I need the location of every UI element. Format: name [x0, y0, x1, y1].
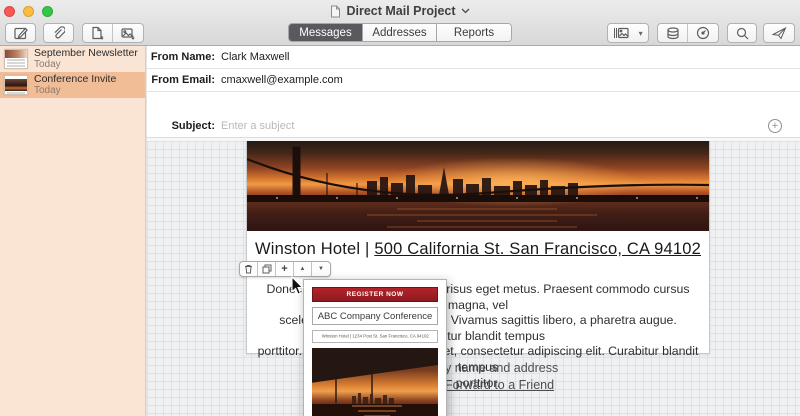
data-test-group: [657, 23, 719, 43]
message-header-form: From Name: From Email:: [147, 46, 800, 115]
address-link[interactable]: 500 California St. San Francisco, CA 941…: [374, 240, 701, 258]
compose-button[interactable]: [5, 23, 36, 43]
send-button[interactable]: [763, 23, 795, 43]
message-item-september-newsletter[interactable]: September Newsletter Today: [0, 46, 145, 72]
from-name-field[interactable]: [221, 51, 800, 63]
from-name-row: From Name:: [147, 46, 800, 69]
insert-image-icon: [121, 27, 135, 40]
insert-group: [82, 23, 144, 43]
hero-image[interactable]: [247, 141, 709, 231]
tab-reports[interactable]: Reports: [437, 24, 511, 41]
search-icon: [736, 27, 748, 39]
send-icon: [771, 26, 786, 39]
address-box: Winston Hotel | 1234 Post St. San Franci…: [312, 330, 438, 343]
from-email-row: From Email:: [147, 69, 800, 92]
arrow-down-icon: ▼: [318, 266, 324, 272]
message-list-sidebar: September Newsletter Today Conference In…: [0, 46, 146, 416]
email-design-canvas[interactable]: Winston Hotel | 500 California St. San F…: [147, 141, 800, 416]
insert-file-button[interactable]: [83, 24, 114, 42]
from-email-field[interactable]: [221, 74, 800, 86]
document-icon: [331, 5, 341, 17]
block-edit-toolbar: + ▲ ▼: [239, 261, 331, 277]
chevron-down-icon: [461, 8, 469, 14]
add-header-field-icon[interactable]: +: [768, 119, 782, 133]
compose-icon: [13, 27, 28, 40]
headline-text: Winston Hotel |: [254, 240, 375, 258]
message-item-conference-invite[interactable]: Conference Invite Today: [0, 72, 145, 98]
address-text: Winston Hotel | 1234 Post St. San Franci…: [321, 334, 429, 339]
arrow-up-icon: ▲: [299, 266, 306, 272]
template-preview-card[interactable]: REGISTER NOW ABC Company Conference Wins…: [303, 279, 447, 416]
insert-image-button[interactable]: [113, 24, 143, 42]
window-title: Direct Mail Project: [346, 4, 456, 18]
card-bridge-illustration: [312, 348, 438, 416]
duplicate-icon: [262, 264, 271, 274]
window-chrome: Direct Mail Project Messages Addresses R…: [0, 0, 800, 46]
insert-file-icon: [92, 26, 104, 40]
forward-link[interactable]: Forward to a Friend: [445, 378, 554, 392]
subject-row: Subject: +: [147, 115, 800, 138]
register-now-button: REGISTER NOW: [312, 287, 438, 302]
window-title-area[interactable]: Direct Mail Project: [0, 0, 800, 22]
message-date: Today: [34, 85, 61, 96]
message-thumbnail: [4, 49, 28, 69]
chevron-down-icon: ▾: [638, 28, 643, 38]
trash-icon: [245, 265, 252, 274]
from-name-label: From Name:: [150, 51, 215, 63]
tab-addresses[interactable]: Addresses: [363, 24, 437, 41]
message-title: September Newsletter: [34, 47, 138, 59]
from-email-label: From Email:: [151, 74, 215, 86]
database-icon: [666, 26, 679, 39]
delete-block-button[interactable]: [240, 262, 258, 276]
conference-title-box: ABC Company Conference: [312, 307, 438, 325]
preview-layout-icon: [608, 24, 633, 42]
app-window: Direct Mail Project Messages Addresses R…: [0, 0, 800, 416]
paperclip-icon: [54, 26, 65, 39]
titlebar[interactable]: Direct Mail Project: [0, 0, 800, 22]
search-button[interactable]: [727, 23, 757, 43]
preview-layout-button[interactable]: ▾: [607, 23, 649, 43]
email-headline[interactable]: Winston Hotel | 500 California St. San F…: [247, 240, 709, 259]
card-bridge-photo: [312, 348, 438, 416]
bridge-skyline-illustration: [247, 146, 709, 228]
view-tabs: Messages Addresses Reports: [288, 23, 512, 42]
duplicate-block-button[interactable]: [258, 262, 276, 276]
message-date: Today: [34, 59, 61, 70]
tab-messages[interactable]: Messages: [289, 24, 363, 41]
message-thumbnail: [4, 75, 28, 95]
move-up-button[interactable]: ▲: [294, 262, 312, 276]
subject-label: Subject:: [171, 120, 215, 132]
data-sources-button[interactable]: [658, 24, 689, 42]
mouse-cursor-icon: [291, 276, 304, 295]
gauge-icon: [696, 26, 710, 40]
move-down-button[interactable]: ▼: [312, 262, 330, 276]
add-block-button[interactable]: +: [276, 262, 294, 276]
attach-button[interactable]: [43, 23, 74, 43]
main-toolbar: Messages Addresses Reports ▾: [0, 23, 800, 44]
message-title: Conference Invite: [34, 73, 117, 85]
subject-field[interactable]: [221, 120, 800, 132]
test-button[interactable]: [688, 24, 718, 42]
